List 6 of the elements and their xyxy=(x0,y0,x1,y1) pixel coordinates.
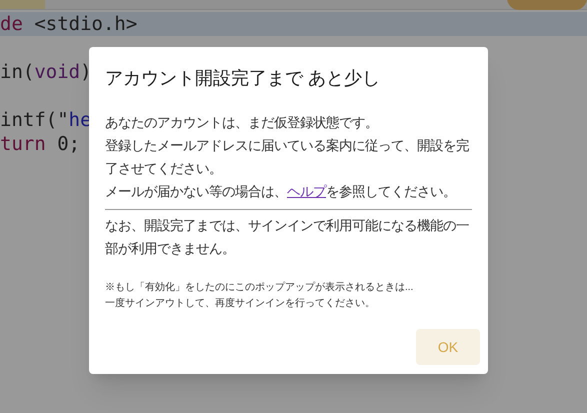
help-link[interactable]: ヘルプ xyxy=(287,184,326,199)
message-text: あなたのアカウントは、まだ仮登録状態です。 xyxy=(105,114,379,132)
footnote-text: ※もし「有効化」をしたのにこのポップアップが表示されるときは... xyxy=(105,280,414,295)
footnote-text: 一度サインアウトして、再度サインインを行ってください。 xyxy=(105,296,376,311)
notice-text: なお、開設完了までは、サインインで利用可能になる機能の一部が利用できません。 xyxy=(105,217,470,258)
message-text: メールが届かない等の場合は、ヘルプを参照してください。 xyxy=(105,183,457,201)
